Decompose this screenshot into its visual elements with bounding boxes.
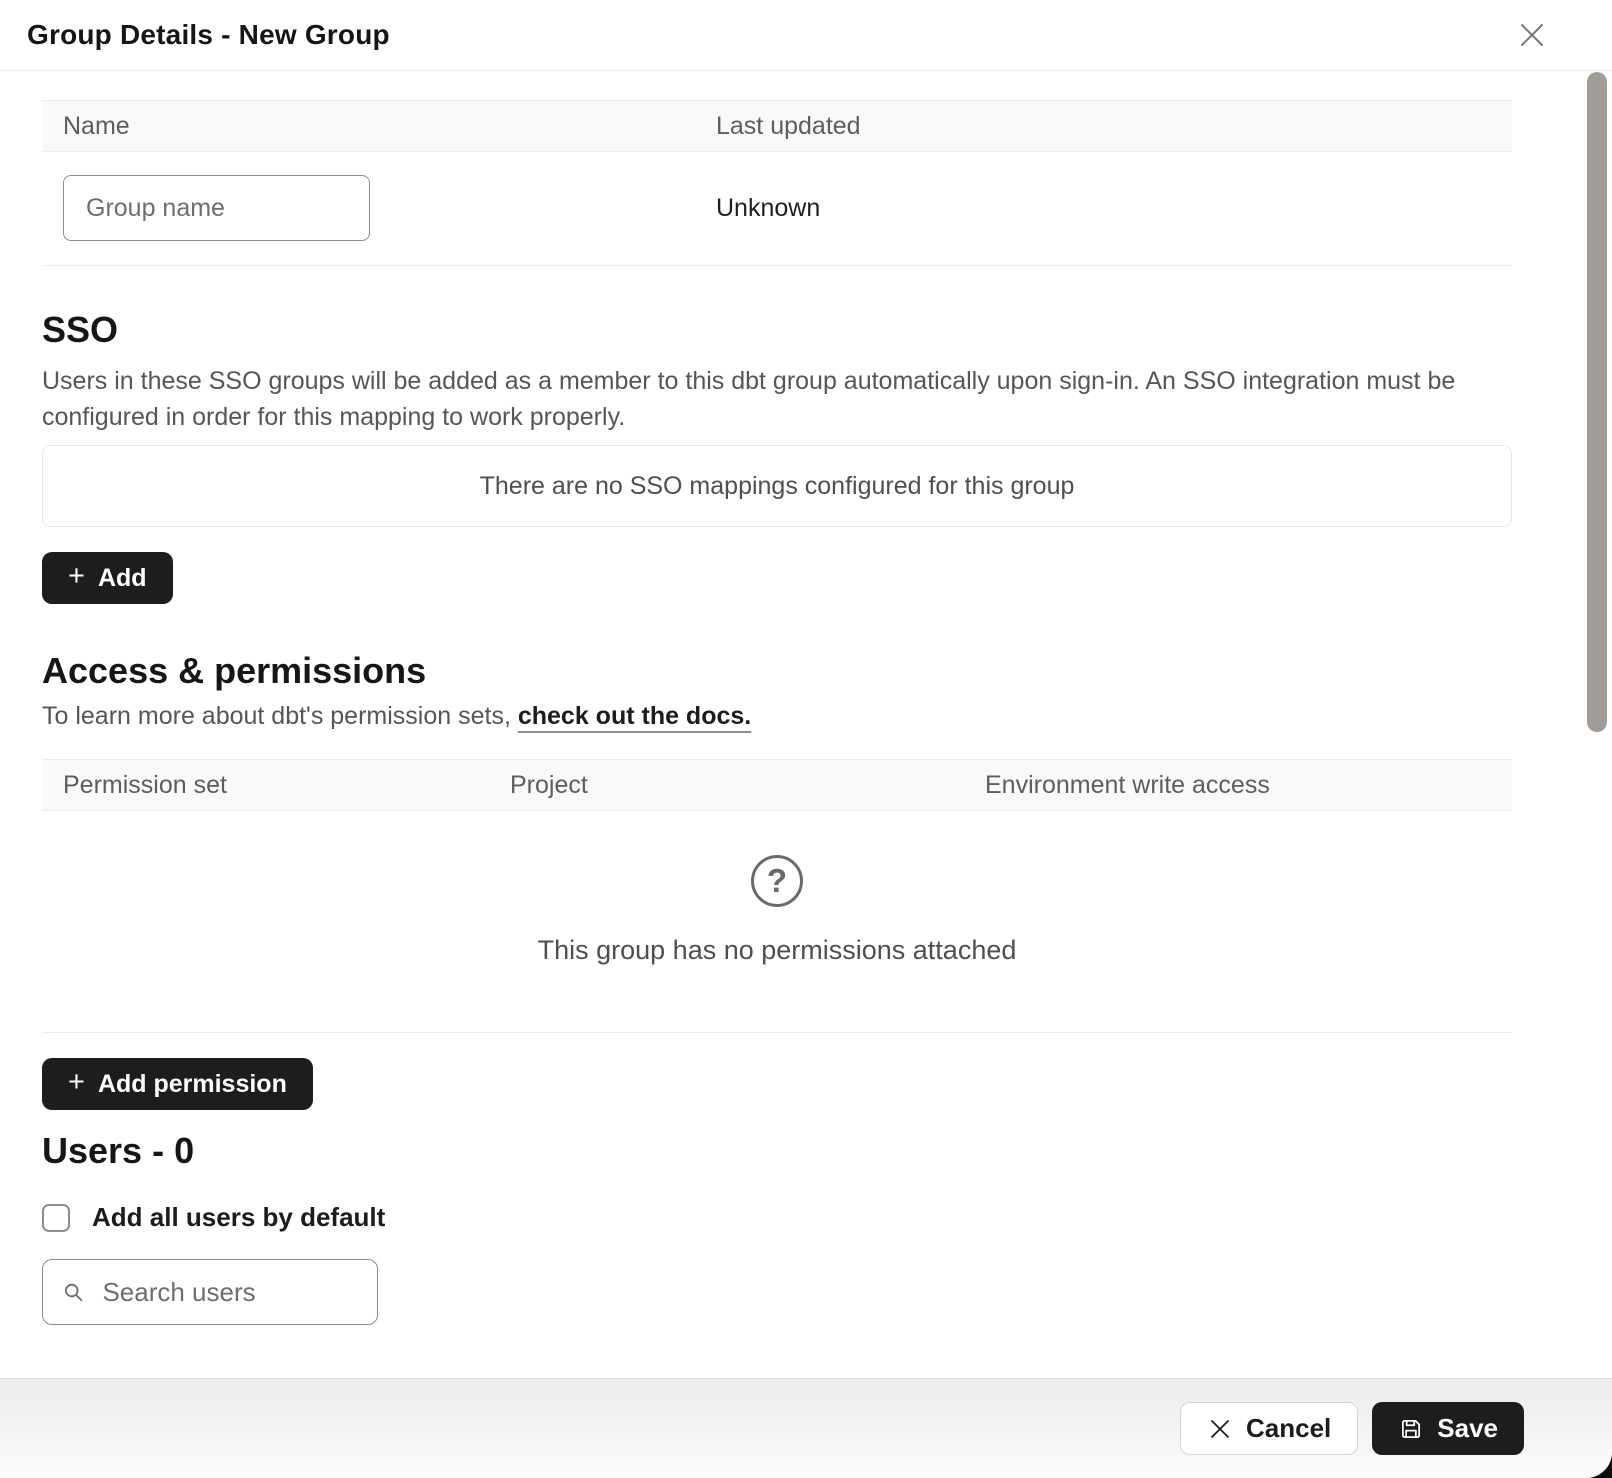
cancel-button-label: Cancel	[1246, 1413, 1331, 1444]
modal-header: Group Details - New Group	[0, 0, 1612, 71]
group-details-modal: Group Details - New Group Name Last upda…	[0, 0, 1612, 1478]
modal-footer: Cancel Save	[0, 1378, 1612, 1478]
scrollbar-thumb[interactable]	[1587, 72, 1607, 732]
cancel-x-icon	[1207, 1416, 1233, 1442]
add-permission-button[interactable]: + Add permission	[42, 1058, 313, 1110]
plus-icon: +	[68, 562, 85, 591]
add-all-users-label: Add all users by default	[92, 1202, 385, 1233]
search-users-input[interactable]	[100, 1276, 358, 1309]
name-table-header-row: Name Last updated	[42, 100, 1512, 152]
docs-line-prefix: To learn more about dbt's permission set…	[42, 702, 518, 730]
modal-body: Name Last updated Unknown SSO Users in t…	[0, 71, 1612, 1378]
save-button[interactable]: Save	[1372, 1402, 1524, 1455]
search-users-box	[42, 1259, 378, 1325]
question-mark-glyph: ?	[767, 862, 787, 900]
name-table-row: Unknown	[42, 152, 1512, 266]
sso-empty-message: There are no SSO mappings configured for…	[480, 472, 1075, 501]
add-sso-mapping-button[interactable]: + Add	[42, 552, 173, 604]
docs-link[interactable]: check out the docs.	[518, 702, 751, 730]
column-header-environment-write-access: Environment write access	[964, 771, 1512, 800]
column-header-permission-set: Permission set	[42, 771, 489, 800]
search-icon	[62, 1279, 85, 1306]
permissions-empty-state: ? This group has no permissions attached	[42, 811, 1512, 1033]
sso-empty-state: There are no SSO mappings configured for…	[42, 445, 1512, 527]
column-header-name: Name	[42, 112, 695, 141]
permissions-docs-line: To learn more about dbt's permission set…	[42, 702, 1512, 731]
plus-icon: +	[68, 1068, 85, 1097]
group-name-section: Name Last updated Unknown	[42, 100, 1512, 266]
users-section: Users - 0 Add all users by default	[42, 1130, 1512, 1325]
add-sso-button-label: Add	[98, 564, 147, 593]
add-permission-button-label: Add permission	[98, 1070, 287, 1099]
close-icon	[1516, 19, 1548, 51]
save-icon	[1398, 1416, 1424, 1442]
sso-description: Users in these SSO groups will be added …	[42, 363, 1512, 435]
column-header-project: Project	[489, 771, 964, 800]
save-button-label: Save	[1437, 1413, 1498, 1444]
users-heading: Users - 0	[42, 1130, 1512, 1172]
group-name-input[interactable]	[63, 175, 370, 241]
sso-section: SSO Users in these SSO groups will be ad…	[42, 309, 1512, 604]
modal-title: Group Details - New Group	[27, 19, 390, 51]
question-mark-icon: ?	[751, 855, 803, 907]
permissions-section: Access & permissions To learn more about…	[42, 650, 1512, 1110]
add-all-users-checkbox[interactable]	[42, 1204, 70, 1232]
add-all-users-row: Add all users by default	[42, 1202, 1512, 1233]
permissions-table-header-row: Permission set Project Environment write…	[42, 759, 1512, 811]
column-header-last-updated: Last updated	[695, 112, 1512, 141]
close-button[interactable]	[1510, 13, 1554, 57]
last-updated-value: Unknown	[695, 194, 1512, 223]
permissions-heading: Access & permissions	[42, 650, 1512, 692]
permissions-empty-message: This group has no permissions attached	[42, 935, 1512, 966]
cancel-button[interactable]: Cancel	[1180, 1402, 1358, 1455]
sso-heading: SSO	[42, 309, 1512, 351]
